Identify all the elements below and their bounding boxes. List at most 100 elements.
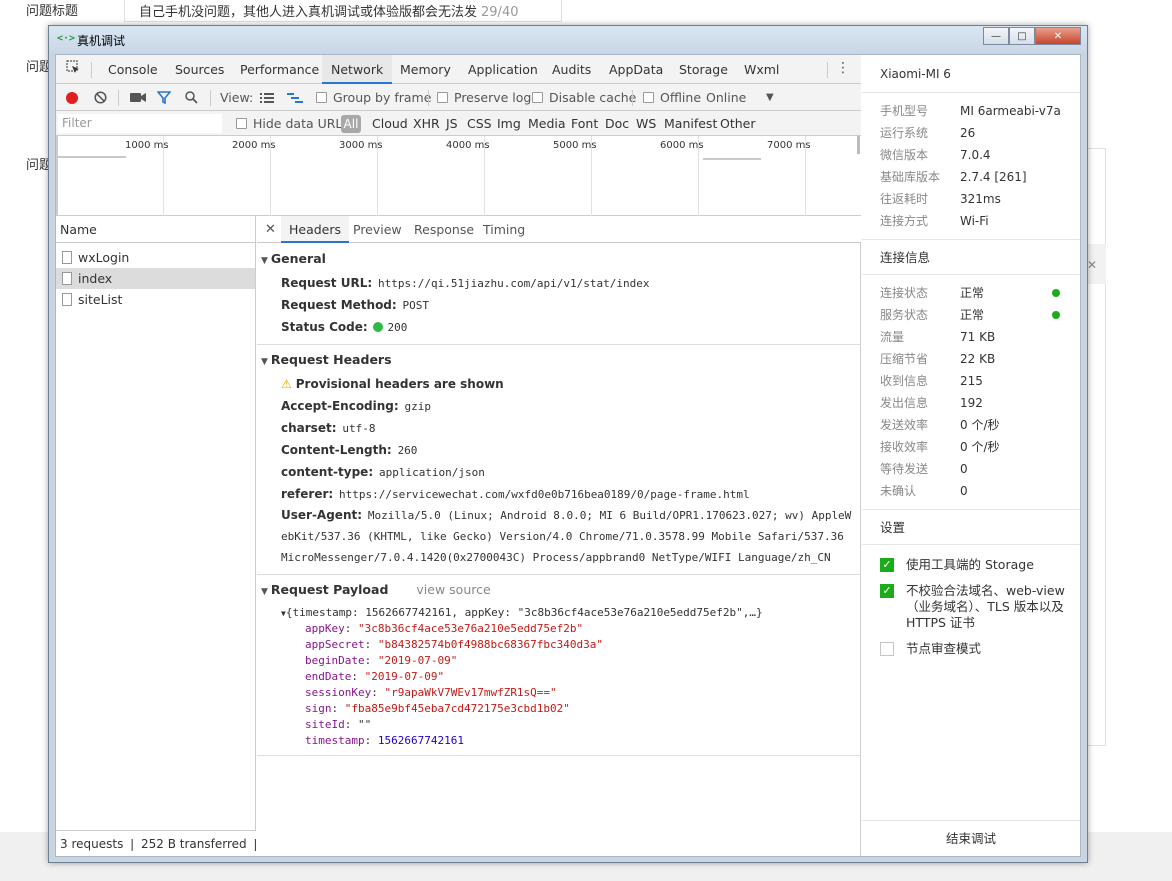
- header-value: https://servicewechat.com/wxfd0e0b716bea…: [339, 488, 750, 501]
- device-details: 手机型号 MI 6armeabi-v7a 运行系统 26 微信版本 7.0.4 基础库…: [862, 93, 1080, 239]
- expand-triangle-icon: ▼: [261, 587, 268, 597]
- request-row-sitelist[interactable]: siteList: [56, 289, 255, 310]
- filter-xhr[interactable]: XHR: [413, 111, 440, 136]
- info-label: 等待发送: [880, 462, 929, 476]
- info-value: 0 个/秒: [960, 418, 1000, 432]
- more-options-icon[interactable]: ⋮: [836, 60, 850, 76]
- tab-storage[interactable]: Storage: [679, 55, 728, 84]
- background-close-icon[interactable]: ✕: [1087, 258, 1097, 272]
- tab-appdata[interactable]: AppData: [609, 55, 663, 84]
- payload-key: beginDate: [305, 654, 365, 667]
- filter-font[interactable]: Font: [571, 111, 598, 136]
- request-list-header[interactable]: Name: [56, 216, 255, 243]
- tab-audits[interactable]: Audits: [552, 55, 591, 84]
- maximize-button[interactable]: □: [1009, 27, 1035, 45]
- timeline-right-handle[interactable]: [857, 136, 860, 154]
- request-headers-toggle[interactable]: ▼ Request Headers: [257, 351, 861, 369]
- skip-domain-check-setting[interactable]: ✓ 不校验合法域名、web-view（业务域名）、TLS 版本以及 HTTPS 证…: [862, 583, 1080, 631]
- filter-ws[interactable]: WS: [636, 111, 656, 136]
- timeline-overview[interactable]: 1000 ms 2000 ms 3000 ms 4000 ms 5000 ms …: [56, 136, 861, 216]
- end-debug-button[interactable]: 结束调试: [862, 820, 1080, 856]
- info-row: 流量 71 KB: [862, 326, 1080, 348]
- group-by-frame-checkbox[interactable]: Group by frame: [316, 84, 431, 111]
- tab-application[interactable]: Application: [468, 55, 538, 84]
- checkbox-checked-icon[interactable]: ✓: [880, 558, 894, 572]
- use-storage-setting[interactable]: ✓ 使用工具端的 Storage: [862, 557, 1080, 573]
- node-inspect-setting[interactable]: 节点审查模式: [862, 641, 1080, 657]
- checkbox-icon[interactable]: [880, 642, 894, 656]
- header-value: gzip: [404, 400, 432, 413]
- checkbox-checked-icon[interactable]: ✓: [880, 584, 894, 598]
- view-source-link[interactable]: view source: [416, 582, 490, 597]
- devtools-tab-bar: Console Sources Performance Network Memo…: [56, 55, 861, 84]
- tab-performance[interactable]: Performance: [240, 55, 319, 84]
- chevron-down-icon[interactable]: ▼: [766, 84, 774, 111]
- payload-summary[interactable]: ▼{timestamp: 1562667742161, appKey: "3c8…: [257, 605, 861, 621]
- filter-all-button[interactable]: All: [341, 115, 361, 133]
- close-button[interactable]: ✕: [1035, 27, 1081, 45]
- info-label: 接收效率: [880, 440, 929, 454]
- throttling-select[interactable]: Online: [706, 84, 746, 111]
- connection-details: 连接状态 正常 服务状态 正常 流量 71 KB 压缩节省 22 KB 收到信息 215 …: [862, 275, 1080, 509]
- tab-preview[interactable]: Preview: [353, 216, 402, 243]
- tab-response[interactable]: Response: [414, 216, 474, 243]
- info-value: 71 KB: [960, 330, 996, 344]
- expand-triangle-icon: ▼: [261, 357, 268, 367]
- info-row: 基础库版本 2.7.4 [261]: [862, 166, 1080, 188]
- tab-timing[interactable]: Timing: [483, 216, 525, 243]
- tab-console[interactable]: Console: [108, 55, 158, 84]
- tab-headers[interactable]: Headers: [281, 216, 350, 243]
- request-url-value: https://qi.51jiazhu.com/api/v1/stat/inde…: [377, 277, 650, 290]
- payload-key: appKey: [305, 622, 345, 635]
- request-row-index[interactable]: index: [56, 268, 255, 289]
- header-key: Accept-Encoding:: [281, 399, 399, 413]
- request-payload-toggle[interactable]: ▼ Request Payload view source: [257, 581, 861, 599]
- info-row: 往返耗时 321ms: [862, 188, 1080, 210]
- disable-cache-checkbox[interactable]: Disable cache: [532, 84, 636, 111]
- tab-wxml[interactable]: Wxml: [744, 55, 779, 84]
- inspect-element-icon[interactable]: [66, 60, 80, 80]
- close-detail-icon[interactable]: ✕: [265, 216, 276, 243]
- filter-css[interactable]: CSS: [467, 111, 492, 136]
- preserve-log-checkbox[interactable]: Preserve log: [437, 84, 531, 111]
- window-titlebar[interactable]: <·> 真机调试 — □ ✕: [49, 26, 1087, 54]
- device-name: Xiaomi-MI 6: [862, 55, 1080, 93]
- window-client: Console Sources Performance Network Memo…: [55, 54, 1081, 857]
- filter-cloud[interactable]: Cloud: [372, 111, 408, 136]
- info-label: 压缩节省: [880, 352, 929, 366]
- minimize-button[interactable]: —: [983, 27, 1009, 45]
- filter-bar: Filter Hide data URLs All Cloud XHR JS C…: [56, 111, 861, 136]
- filter-other[interactable]: Other: [720, 111, 756, 136]
- clear-icon[interactable]: [94, 84, 107, 111]
- screenshot-camera-icon[interactable]: [130, 84, 146, 111]
- request-name: siteList: [78, 292, 123, 307]
- record-icon[interactable]: [66, 84, 78, 111]
- request-name: index: [78, 271, 113, 286]
- filter-doc[interactable]: Doc: [605, 111, 629, 136]
- info-row: 收到信息 215: [862, 370, 1080, 392]
- header-user-agent: User-Agent: Mozilla/5.0 (Linux; Android …: [257, 505, 861, 568]
- offline-checkbox[interactable]: Offline: [643, 84, 701, 111]
- question-title-input[interactable]: 自己手机没问题，其他人进入真机调试或体验版都会无法发 29/40: [124, 0, 562, 22]
- devtools-icon: <·>: [57, 33, 76, 44]
- device-info-panel: Xiaomi-MI 6 手机型号 MI 6armeabi-v7a 运行系统 26 微…: [862, 55, 1080, 856]
- payload-key: appSecret: [305, 638, 365, 651]
- list-view-icon[interactable]: [260, 84, 274, 111]
- tab-network[interactable]: Network: [322, 55, 393, 84]
- filter-media[interactable]: Media: [528, 111, 566, 136]
- general-section-toggle[interactable]: ▼ General: [257, 250, 861, 268]
- search-icon[interactable]: [185, 84, 198, 111]
- filter-js[interactable]: JS: [446, 111, 458, 136]
- request-payload-section: ▼ Request Payload view source ▼{timestamp:…: [257, 575, 861, 756]
- filter-img[interactable]: Img: [497, 111, 521, 136]
- window-controls: — □ ✕: [983, 27, 1081, 45]
- tab-sources[interactable]: Sources: [175, 55, 224, 84]
- filter-icon[interactable]: [156, 84, 172, 111]
- provisional-warning: ⚠ Provisional headers are shown: [257, 373, 861, 395]
- waterfall-view-icon[interactable]: [287, 84, 303, 111]
- tab-memory[interactable]: Memory: [400, 55, 451, 84]
- hide-data-urls-checkbox[interactable]: Hide data URLs: [236, 111, 349, 136]
- filter-manifest[interactable]: Manifest: [664, 111, 717, 136]
- request-row-wxlogin[interactable]: wxLogin: [56, 247, 255, 268]
- filter-input[interactable]: Filter: [58, 114, 222, 133]
